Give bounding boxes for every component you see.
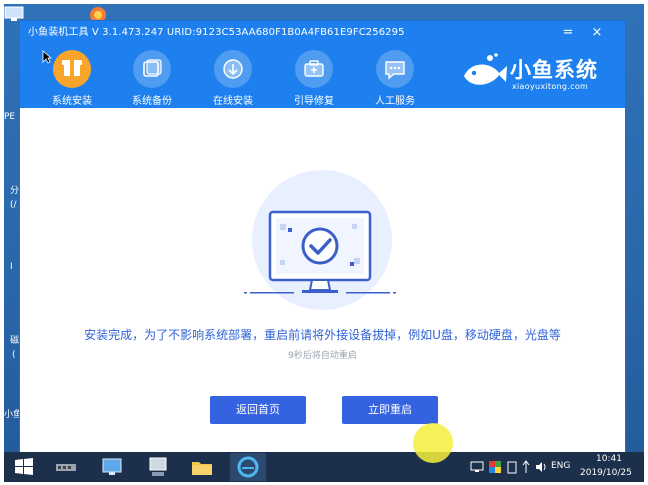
tab-label: 人工服务 bbox=[375, 96, 415, 107]
tab-label: 引导修复 bbox=[294, 96, 334, 107]
clock-date[interactable]: 2019/10/25 bbox=[580, 468, 632, 478]
tab-system-backup[interactable]: 系统备份 bbox=[117, 46, 187, 107]
installer-window: 小鱼装机工具 V 3.1.473.247 URID:9123C53AA680F1… bbox=[20, 21, 625, 452]
folder-icon[interactable] bbox=[190, 455, 214, 479]
fish-logo-icon bbox=[464, 53, 507, 85]
brand-name: 小鱼系统 bbox=[510, 58, 598, 82]
tab-label: 在线安装 bbox=[213, 96, 253, 107]
computer-manager-icon[interactable] bbox=[146, 455, 170, 479]
desktop-label-4: 磁 bbox=[10, 336, 20, 346]
brand-url: xiaoyuxitong.com bbox=[512, 82, 589, 91]
desktop-label-5: ( bbox=[12, 350, 16, 360]
windows-start-icon[interactable] bbox=[12, 455, 36, 479]
completion-message: 安装完成，为了不影响系统部署，重启前请将外接设备拔掉，例如U盘，移动硬盘，光盘等 bbox=[84, 328, 561, 342]
tab-label: 系统备份 bbox=[132, 96, 172, 107]
brand-logo: 小鱼系统 xiaoyuxitong.com bbox=[460, 50, 620, 102]
tab-boot-repair[interactable]: 引导修复 bbox=[279, 46, 349, 107]
main-content: 安装完成，为了不影响系统部署，重启前请将外接设备拔掉，例如U盘，移动硬盘，光盘等… bbox=[20, 108, 625, 452]
toolbox-icon bbox=[295, 50, 333, 88]
network-icon[interactable] bbox=[470, 459, 484, 473]
tab-label: 系统安装 bbox=[52, 96, 92, 107]
browser-icon[interactable] bbox=[230, 453, 266, 481]
tab-manual-service[interactable]: 人工服务 bbox=[360, 46, 430, 107]
mouse-pointer-icon bbox=[42, 50, 52, 64]
download-icon bbox=[214, 50, 252, 88]
color-display-icon[interactable] bbox=[488, 459, 502, 473]
window-title: 小鱼装机工具 V 3.1.473.247 URID:9123C53AA680F1… bbox=[28, 27, 405, 38]
title-bar[interactable]: 小鱼装机工具 V 3.1.473.247 URID:9123C53AA680F1… bbox=[20, 21, 625, 44]
desktop-label-1: 分 bbox=[10, 186, 20, 196]
close-button[interactable]: × bbox=[586, 21, 608, 44]
minimize-button[interactable]: = bbox=[557, 21, 579, 44]
usb-icon[interactable] bbox=[520, 459, 532, 473]
clock-time[interactable]: 10:41 bbox=[596, 454, 622, 464]
desktop-label-2: (/ bbox=[10, 200, 17, 210]
desktop-computer-icon[interactable] bbox=[4, 6, 24, 22]
nav-bar: 系统安装 系统备份 在线安装 引导修复 人工服务 小鱼系统 xiaoyuxito… bbox=[20, 44, 625, 108]
volume-icon[interactable] bbox=[534, 459, 548, 473]
memory-chip-icon[interactable] bbox=[54, 455, 78, 479]
taskbar: ENG 10:41 2019/10/25 bbox=[4, 452, 644, 482]
back-home-button[interactable]: 返回首页 bbox=[210, 396, 306, 424]
backup-icon bbox=[133, 50, 171, 88]
desktop-label-pe: PE bbox=[4, 112, 16, 122]
device-icon[interactable] bbox=[506, 459, 518, 474]
chat-icon bbox=[376, 50, 414, 88]
restart-countdown: 9秒后将自动重启 bbox=[288, 351, 357, 361]
monitor-check-icon bbox=[244, 210, 396, 294]
language-indicator[interactable]: ENG bbox=[551, 461, 570, 471]
box-icon bbox=[53, 50, 91, 88]
monitor-tool-icon[interactable] bbox=[100, 455, 124, 479]
cursor-highlight bbox=[413, 423, 453, 463]
restart-now-button[interactable]: 立即重启 bbox=[342, 396, 438, 424]
tab-online-install[interactable]: 在线安装 bbox=[198, 46, 268, 107]
desktop-label-3: I bbox=[10, 262, 13, 272]
